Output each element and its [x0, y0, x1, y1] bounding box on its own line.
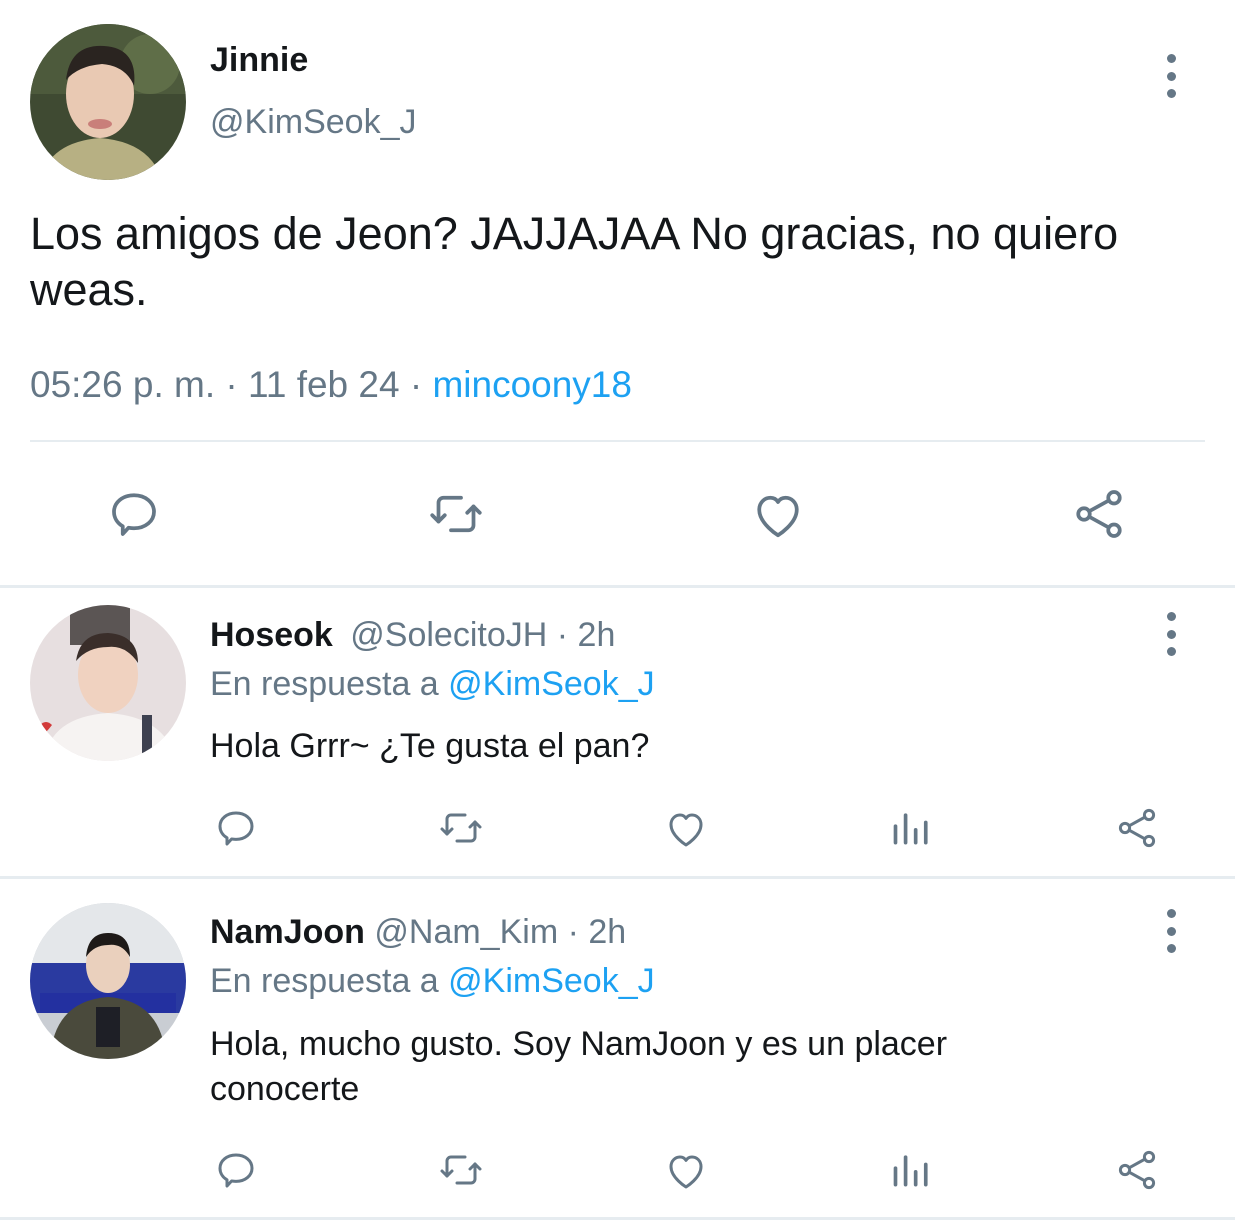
- tweet-time: 05:26 p. m.: [30, 364, 216, 405]
- section-divider: [0, 1217, 1235, 1220]
- reply-display-name[interactable]: Hoseok: [210, 616, 333, 654]
- avatar-photo: [30, 903, 186, 1059]
- analytics-icon[interactable]: [890, 1148, 934, 1192]
- divider: [30, 440, 1205, 442]
- retweet-icon[interactable]: [424, 484, 488, 544]
- avatar-photo: [30, 24, 186, 180]
- reply-age: · 2h: [556, 616, 616, 654]
- like-icon[interactable]: [661, 1146, 711, 1194]
- reply-context-prefix: En respuesta a: [210, 665, 439, 703]
- reply-handle[interactable]: @Nam_Kim: [374, 913, 558, 951]
- tweet-text: Los amigos de Jeon? JAJJAJAA No gracias,…: [30, 208, 1119, 315]
- meta-separator: ·: [409, 364, 423, 405]
- like-icon[interactable]: [661, 804, 711, 852]
- reply-icon[interactable]: [104, 484, 164, 544]
- tweet-meta: 05:26 p. m. · 11 feb 24 · mincoony18: [30, 364, 632, 406]
- tweet-source-link[interactable]: mincoony18: [432, 364, 632, 405]
- retweet-icon[interactable]: [434, 804, 488, 852]
- reply-to-link[interactable]: @KimSeok_J: [448, 962, 654, 1000]
- author-avatar[interactable]: [30, 24, 186, 180]
- reply-text: Hola Grrr~ ¿Te gusta el pan?: [210, 727, 650, 765]
- reply-header: NamJoon @Nam_Kim · 2h: [210, 912, 626, 952]
- reply-avatar[interactable]: [30, 605, 186, 761]
- reply-to-link[interactable]: @KimSeok_J: [448, 665, 654, 703]
- more-options-icon[interactable]: [1161, 909, 1181, 953]
- section-divider: [0, 585, 1235, 588]
- share-icon[interactable]: [1112, 1146, 1162, 1194]
- more-options-icon[interactable]: [1161, 54, 1181, 98]
- reply-text-line: Hola, mucho gusto. Soy NamJoon y es un p…: [210, 1025, 948, 1063]
- reply-icon[interactable]: [212, 1146, 260, 1194]
- share-icon[interactable]: [1112, 804, 1162, 852]
- share-icon[interactable]: [1068, 484, 1130, 544]
- like-icon[interactable]: [747, 484, 809, 544]
- reply-icon[interactable]: [212, 804, 260, 852]
- reply-header: Hoseok @SolecitoJH · 2h: [210, 615, 615, 655]
- tweet-date: 11 feb 24: [248, 364, 400, 405]
- reply-context: En respuesta a @KimSeok_J: [210, 961, 655, 1001]
- reply-text-line: conocerte: [210, 1070, 360, 1108]
- analytics-icon[interactable]: [890, 806, 934, 850]
- reply-text: Hola, mucho gusto. Soy NamJoon y es un p…: [210, 1022, 947, 1112]
- section-divider: [0, 876, 1235, 879]
- reply-display-name[interactable]: NamJoon: [210, 913, 365, 951]
- avatar-photo: [30, 605, 186, 761]
- author-handle[interactable]: @KimSeok_J: [210, 102, 416, 142]
- more-options-icon[interactable]: [1161, 612, 1181, 656]
- retweet-icon[interactable]: [434, 1146, 488, 1194]
- reply-context-prefix: En respuesta a: [210, 962, 439, 1000]
- reply-age: · 2h: [567, 913, 627, 951]
- author-display-name[interactable]: Jinnie: [210, 40, 308, 80]
- meta-separator: ·: [225, 364, 238, 405]
- reply-avatar[interactable]: [30, 903, 186, 1059]
- reply-context: En respuesta a @KimSeok_J: [210, 664, 655, 704]
- reply-handle[interactable]: @SolecitoJH: [350, 616, 547, 654]
